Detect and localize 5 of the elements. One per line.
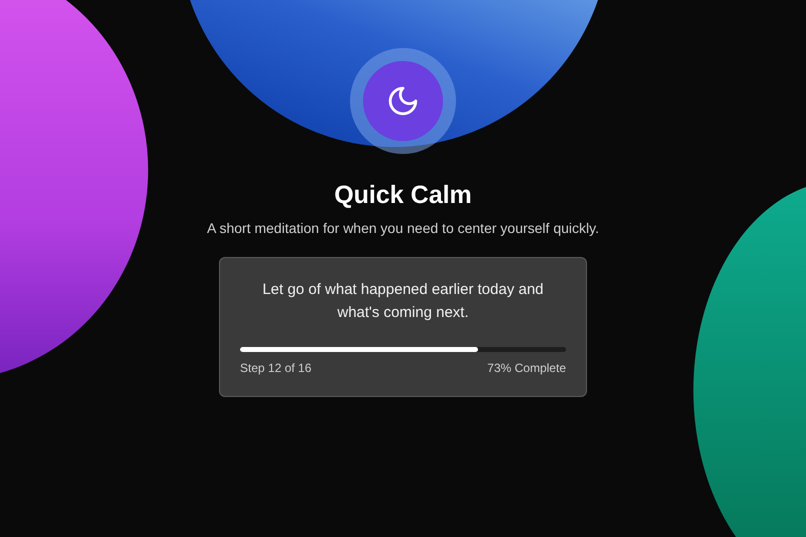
- session-subtitle: A short meditation for when you need to center yourself quickly.: [207, 219, 599, 237]
- step-counter: Step 12 of 16: [240, 360, 312, 376]
- session-title: Quick Calm: [334, 180, 472, 210]
- step-prompt: Let go of what happened earlier today and what's coming next.: [261, 280, 545, 323]
- percent-complete: 73% Complete: [487, 360, 566, 376]
